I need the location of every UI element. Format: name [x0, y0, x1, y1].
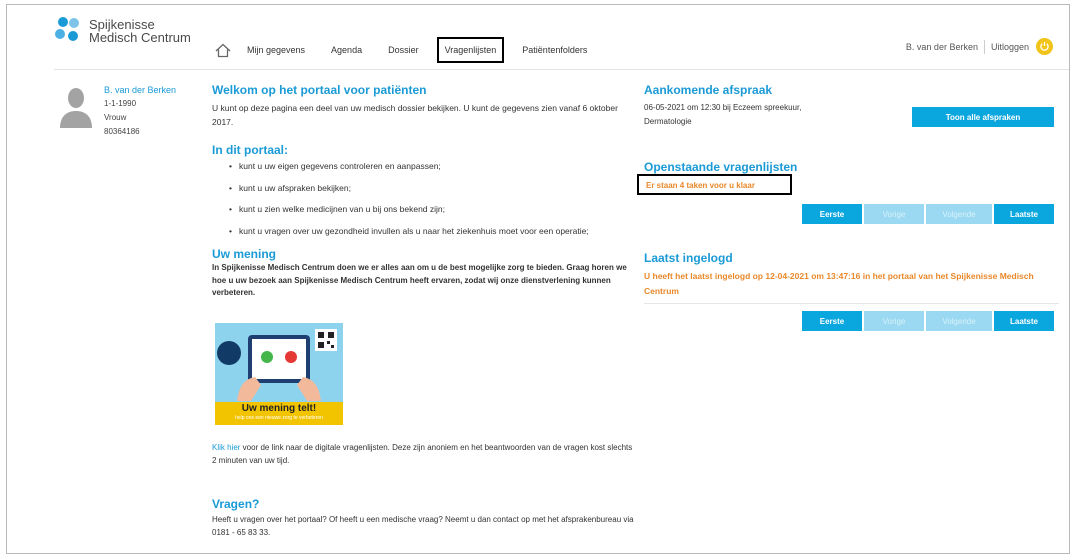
last-login-title: Laatst ingelogd [644, 251, 733, 265]
pager-previous-button[interactable]: Vorige [864, 311, 924, 331]
list-item: kunt u zien welke medicijnen van u bij o… [229, 204, 637, 215]
nav-item-dossier[interactable]: Dossier [388, 45, 419, 55]
list-item: kunt u vragen over uw gezondheid invulle… [229, 226, 637, 237]
tablet-illustration-icon [217, 329, 337, 401]
divider [644, 303, 1059, 304]
nav-item-mijn-gegevens[interactable]: Mijn gegevens [247, 45, 305, 55]
last-login-text: U heeft het laatst ingelogd op 12-04-202… [644, 271, 1034, 296]
list-item: kunt u uw eigen gegevens controleren en … [229, 161, 637, 172]
opinion-title: Uw mening [212, 247, 277, 261]
promo-title: Uw mening telt! [241, 403, 317, 414]
home-icon[interactable] [213, 41, 233, 59]
patient-name: B. van der Berken [104, 85, 177, 95]
patient-dob: 1-1-1990 [104, 99, 137, 108]
nav-item-vragenlijsten[interactable]: Vragenlijsten [436, 37, 505, 63]
divider [983, 39, 985, 54]
brand-line-2: Medisch Centrum [89, 30, 191, 45]
list-item: kunt u uw afspraken bekijken; [229, 183, 637, 194]
opinion-text: In Spijkenisse Medisch Centrum doen we e… [212, 263, 627, 297]
questions-text: Heeft u vragen over het portaal? Of heef… [212, 515, 634, 537]
pager-previous-button[interactable]: Vorige [864, 204, 924, 224]
patient-gender: Vrouw [104, 113, 127, 122]
appointment-title: Aankomende afspraak [644, 83, 773, 97]
header-divider [54, 69, 1069, 70]
questionnaires-title: Openstaande vragenlijsten [644, 160, 798, 174]
power-icon[interactable] [1036, 38, 1053, 55]
main-nav: Mijn gegevens Agenda Dossier Vragenlijst… [213, 37, 613, 63]
promo-subtitle: help ons een nieuwe zorg te verbeteren [235, 415, 323, 421]
pager-next-button[interactable]: Volgende [926, 311, 992, 331]
show-all-appointments-button[interactable]: Toon alle afspraken [912, 107, 1054, 127]
pager-last-button[interactable]: Laatste [994, 204, 1054, 224]
nav-item-patientenfolders[interactable]: Patiëntenfolders [522, 45, 587, 55]
portal-page: Spijkenisse Medisch Centrum Mijn gegeven… [6, 4, 1070, 554]
welcome-title: Welkom op het portaal voor patiënten [212, 83, 427, 97]
survey-paragraph: Klik hier voor de link naar de digitale … [212, 441, 637, 467]
questionnaires-status[interactable]: Er staan 4 taken voor u klaar [646, 178, 755, 193]
feedback-promo-image[interactable]: Uw mening telt! help ons een nieuwe zorg… [215, 323, 343, 425]
logout-link[interactable]: Uitloggen [991, 42, 1029, 52]
logo[interactable]: Spijkenisse Medisch Centrum [51, 14, 201, 48]
nav-item-agenda[interactable]: Agenda [331, 45, 362, 55]
patient-info: B. van der Berken 1-1-1990 Vrouw 8036418… [104, 83, 176, 139]
logo-icon [55, 17, 79, 41]
user-silhouette-icon [59, 85, 93, 129]
patient-id: 80364186 [104, 127, 140, 136]
user-name[interactable]: B. van der Berken [906, 42, 978, 52]
main-content: Welkom op het portaal voor patiënten U k… [212, 83, 637, 300]
pager-last-button[interactable]: Laatste [994, 311, 1054, 331]
portal-title: In dit portaal: [212, 143, 288, 157]
header: Spijkenisse Medisch Centrum Mijn gegeven… [7, 5, 1069, 67]
pager-next-button[interactable]: Volgende [926, 204, 992, 224]
portal-list: kunt u uw eigen gegevens controleren en … [229, 161, 637, 237]
questions-section: Vragen? Heeft u vragen over het portaal?… [212, 497, 637, 539]
user-nav: B. van der Berken Uitloggen [906, 38, 1053, 55]
survey-link[interactable]: Klik hier [212, 443, 240, 452]
welcome-text: U kunt op deze pagina een deel van uw me… [212, 103, 618, 127]
pager-first-button[interactable]: Eerste [802, 311, 862, 331]
survey-link-text: voor de link naar de digitale vragenlijs… [212, 443, 633, 465]
pager-first-button[interactable]: Eerste [802, 204, 862, 224]
questions-title: Vragen? [212, 497, 260, 511]
